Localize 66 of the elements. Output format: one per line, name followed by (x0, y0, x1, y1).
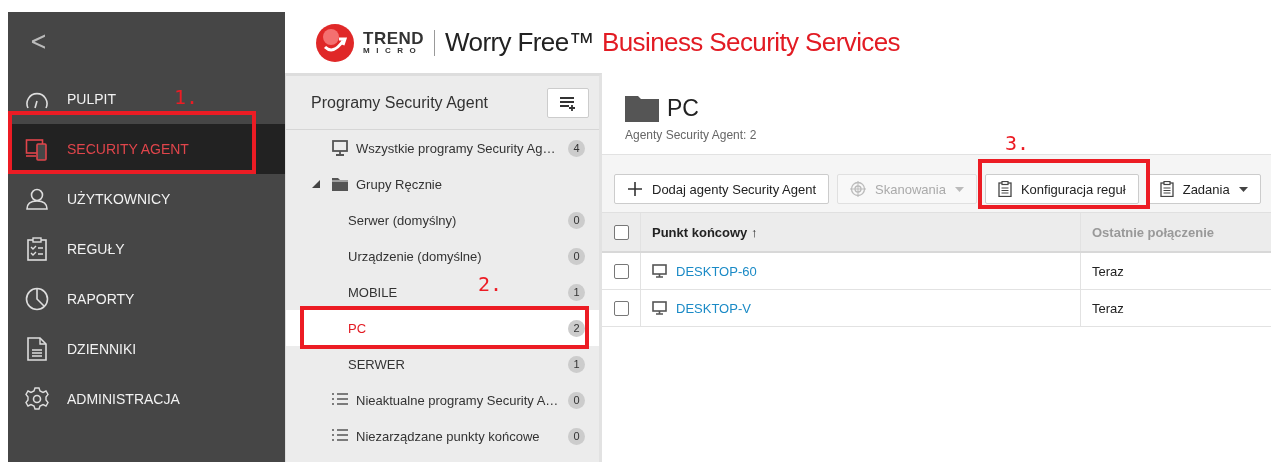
toolbar-button[interactable]: Konfiguracja reguł (984, 174, 1139, 204)
tree-item[interactable]: Urządzenie (domyślne) (348, 241, 482, 271)
count-badge: 0 (568, 211, 585, 229)
tree-item[interactable]: Wszystkie programy Security Ag… (312, 130, 556, 166)
pie-chart-icon (25, 287, 49, 311)
table-cell-text: Teraz (1091, 299, 1125, 318)
logo-wordmark: TREND (363, 30, 425, 47)
list-icon (332, 392, 348, 408)
nav-item[interactable]: REGUŁY (8, 224, 131, 274)
document-icon (25, 337, 49, 361)
nav-item[interactable]: PULPIT (8, 74, 122, 124)
count-badge: 2 (568, 319, 585, 337)
folder-icon (625, 94, 659, 122)
tree-item[interactable]: SERWER (348, 349, 405, 379)
checkbox[interactable] (613, 224, 629, 240)
target-icon (850, 181, 867, 197)
panel-title: Programy Security Agent (311, 93, 488, 112)
count-badge: 1 (568, 283, 585, 301)
monitor-icon (652, 264, 667, 278)
toolbar-button[interactable]: Dodaj agenty Security Agent (614, 174, 830, 204)
folder-icon (332, 176, 348, 192)
settings-icon (25, 387, 49, 411)
clipboard-icon (25, 237, 49, 261)
nav-item[interactable]: RAPORTY (8, 274, 141, 324)
monitor-icon (332, 140, 348, 156)
product-suffix: Business Security Services (602, 27, 900, 58)
count-badge: 0 (568, 247, 585, 265)
monitor-icon (652, 301, 667, 315)
tree-item[interactable]: Niezarządzane punkty końcowe (312, 418, 540, 454)
nav-item[interactable]: DZIENNIKI (8, 324, 143, 374)
caret-icon (1238, 186, 1248, 192)
list-icon (332, 428, 348, 444)
product-name: Worry Free™ (445, 27, 594, 58)
add-list-icon (559, 94, 577, 111)
count-badge: 0 (568, 427, 585, 445)
devices-icon (25, 137, 49, 161)
step-number: 1. (174, 86, 199, 108)
plus-icon (627, 181, 643, 197)
table-cell-text: Teraz (1091, 262, 1125, 281)
step-number: 3. (1004, 132, 1029, 154)
tree-item[interactable]: Grupy Ręcznie (312, 166, 442, 202)
nav-item[interactable]: UŻYTKOWNICY (8, 174, 177, 224)
agent-count: Agenty Security Agent: 2 (625, 128, 758, 142)
count-badge: 0 (568, 391, 585, 409)
expander-icon (312, 180, 320, 188)
clipboard-icon (997, 181, 1012, 197)
add-group-button[interactable] (547, 87, 589, 118)
back-button[interactable]: < (12, 12, 46, 74)
column-header[interactable]: Punkt końcowy ↑ (641, 213, 1081, 251)
caret-icon (954, 186, 964, 192)
tree-item[interactable]: Nieaktualne programy Security A… (312, 382, 559, 418)
endpoint-link[interactable]: DESKTOP-V (676, 300, 751, 316)
clipboard-icon (1159, 181, 1174, 197)
checkbox[interactable] (613, 263, 629, 279)
checkbox[interactable] (613, 300, 629, 316)
count-badge: 4 (568, 139, 585, 157)
step-number: 2. (478, 273, 503, 295)
page-title: PC (667, 94, 699, 122)
tree-item[interactable]: Serwer (domyślny) (348, 205, 457, 235)
person-icon (25, 187, 49, 211)
count-badge: 1 (568, 355, 585, 373)
nav-item[interactable]: ADMINISTRACJA (8, 374, 186, 424)
tree-item[interactable]: MOBILE (348, 277, 398, 307)
tree-item[interactable]: PC (348, 313, 367, 343)
endpoint-link[interactable]: DESKTOP-60 (676, 263, 757, 279)
logo-subtitle: MICRO (363, 47, 424, 55)
